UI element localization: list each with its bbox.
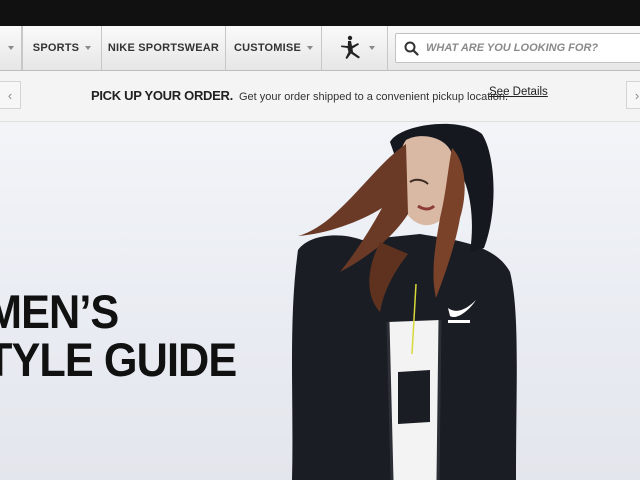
chevron-down-icon	[85, 46, 92, 50]
hero-title-line-2: TYLE GUIDE	[0, 333, 237, 386]
top-black-bar	[0, 0, 640, 26]
hero-model-photo	[292, 123, 517, 480]
hero-title-line-1: MEN’S	[0, 285, 119, 338]
nav-item-previous-dropdown[interactable]	[0, 26, 22, 70]
nav-item-jordan[interactable]	[322, 26, 388, 70]
chevron-left-icon: ‹	[7, 87, 13, 103]
promo-body: Get your order shipped to a convenient p…	[238, 91, 509, 103]
chevron-right-icon: ›	[634, 87, 640, 103]
chevron-down-icon	[368, 46, 375, 50]
jumpman-logo-icon	[340, 35, 360, 59]
promo-banner: ‹ PICK UP YOUR ORDER. Get your order shi…	[0, 71, 640, 122]
search-box	[395, 33, 640, 63]
nav-item-label: SPORTS	[32, 42, 80, 54]
nav-item-label: NIKE SPORTSWEAR	[107, 42, 220, 54]
hero-title: MEN’S TYLE GUIDE	[0, 285, 237, 386]
nav-item-label: CUSTOMISE	[234, 42, 301, 54]
nav-item-customise[interactable]: CUSTOMISE	[226, 26, 322, 70]
search-icon[interactable]	[404, 41, 419, 56]
hero-banner[interactable]: MEN’S TYLE GUIDE	[0, 122, 640, 480]
nav-item-sports[interactable]: SPORTS	[22, 26, 102, 70]
promo-heading: PICK UP YOUR ORDER.	[91, 88, 233, 103]
promo-prev-button[interactable]: ‹	[0, 81, 21, 109]
promo-next-button[interactable]: ›	[626, 81, 640, 109]
nav-item-nike-sportswear[interactable]: NIKE SPORTSWEAR	[102, 26, 226, 70]
chevron-down-icon	[7, 46, 14, 50]
promo-text: PICK UP YOUR ORDER. Get your order shipp…	[91, 88, 508, 103]
search-input[interactable]	[426, 38, 636, 58]
see-details-link[interactable]: See Details	[489, 86, 548, 98]
chevron-down-icon	[307, 46, 313, 50]
